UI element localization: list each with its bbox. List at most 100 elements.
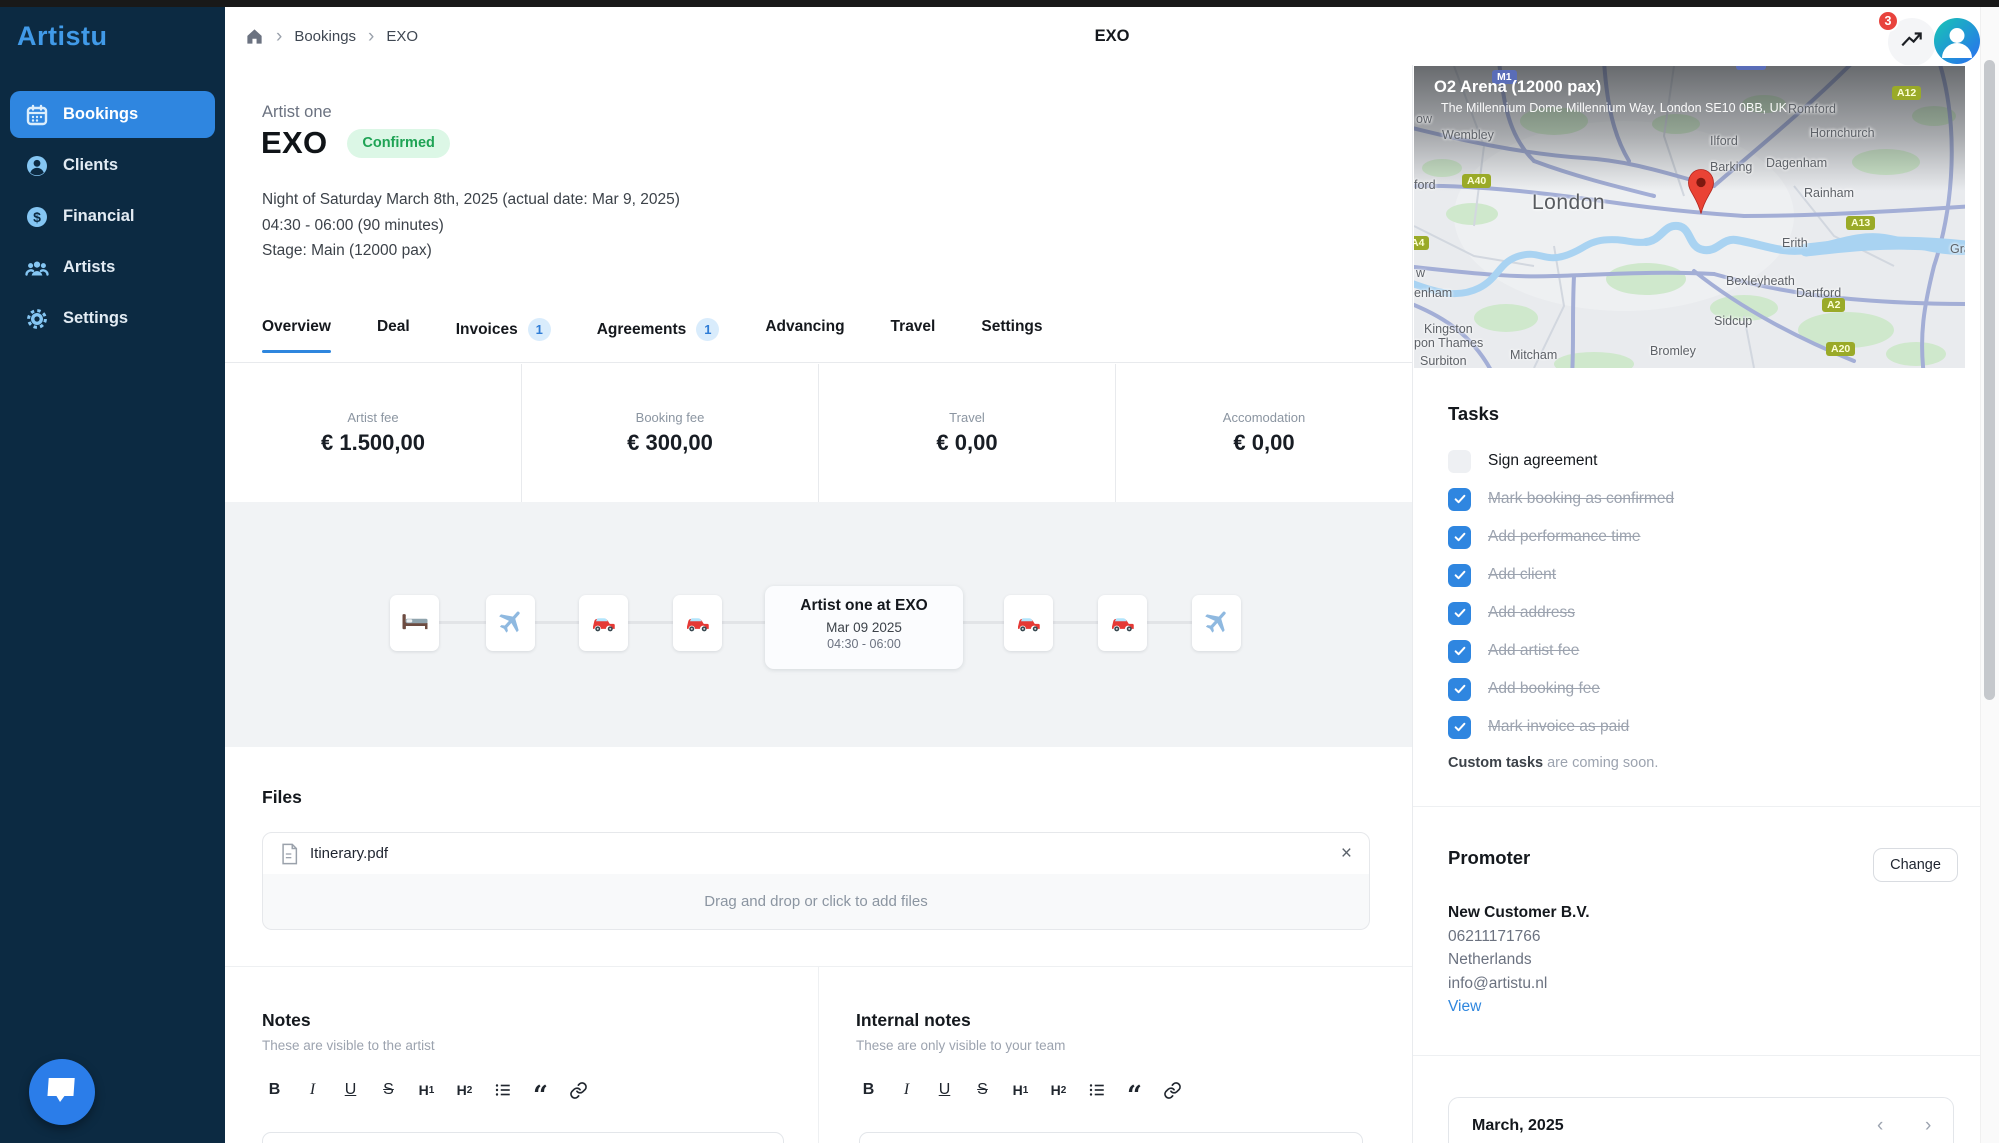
h1-button[interactable]: H1 — [1008, 1076, 1033, 1104]
breadcrumb-bookings[interactable]: Bookings — [294, 28, 356, 45]
sidebar-item-financial[interactable]: $ Financial — [10, 193, 215, 240]
checkbox-checked[interactable] — [1448, 564, 1471, 587]
file-row[interactable]: Itinerary.pdf × — [262, 832, 1370, 875]
map-label: Erith — [1782, 236, 1808, 250]
app-screen: Artistu Bookings Clients $ Financial — [0, 0, 1999, 1143]
timeline-item-hotel[interactable] — [390, 595, 439, 651]
tab-invoices[interactable]: Invoices1 — [456, 313, 551, 357]
sidebar-item-clients[interactable]: Clients — [10, 142, 215, 189]
car-icon — [683, 606, 713, 641]
bold-button[interactable]: B — [262, 1076, 287, 1104]
internal-notes-heading: Internal notes — [856, 1010, 971, 1031]
map-label: Barking — [1710, 160, 1752, 174]
timeline-item-drive[interactable] — [1004, 595, 1053, 651]
timeline-item-drive[interactable] — [1098, 595, 1147, 651]
checkbox-checked[interactable] — [1448, 526, 1471, 549]
italic-button[interactable]: I — [300, 1076, 325, 1104]
timeline-item-drive[interactable] — [579, 595, 628, 651]
task-sign-agreement[interactable]: Sign agreement — [1448, 449, 1674, 473]
task-mark-booking-confirmed[interactable]: Mark booking as confirmed — [1448, 487, 1674, 511]
link-icon[interactable] — [1160, 1076, 1185, 1104]
strikethrough-button[interactable]: S — [970, 1076, 995, 1104]
notes-textarea[interactable] — [262, 1132, 784, 1143]
map-label: Bexleyheath — [1726, 274, 1795, 288]
road-badge: A2 — [1822, 298, 1845, 312]
checkbox-checked[interactable] — [1448, 716, 1471, 739]
h2-button[interactable]: H2 — [1046, 1076, 1071, 1104]
underline-button[interactable]: U — [338, 1076, 363, 1104]
tab-overview[interactable]: Overview — [262, 313, 331, 352]
map-label: Romford — [1788, 102, 1836, 116]
underline-button[interactable]: U — [932, 1076, 957, 1104]
list-icon[interactable] — [1084, 1076, 1109, 1104]
sidebar-item-settings[interactable]: Settings — [10, 295, 215, 342]
promoter-phone: 06211171766 — [1448, 925, 1590, 949]
road-badge: A40 — [1462, 174, 1491, 188]
app-logo[interactable]: Artistu — [17, 21, 108, 52]
avatar[interactable] — [1934, 18, 1980, 64]
booking-details: Night of Saturday March 8th, 2025 (actua… — [262, 187, 680, 264]
road-badge: A12 — [1892, 86, 1921, 100]
remove-file-icon[interactable]: × — [1341, 844, 1352, 863]
h2-button[interactable]: H2 — [452, 1076, 477, 1104]
home-icon[interactable] — [245, 27, 264, 46]
tab-advancing[interactable]: Advancing — [765, 313, 844, 352]
sidebar-item-bookings[interactable]: Bookings — [10, 91, 215, 138]
stat-travel: Travel € 0,00 — [819, 364, 1116, 502]
checkbox-checked[interactable] — [1448, 488, 1471, 511]
tab-deal[interactable]: Deal — [377, 313, 410, 352]
strikethrough-button[interactable]: S — [376, 1076, 401, 1104]
venue-map[interactable]: ow Wembley ford London Ilford Romford Ho… — [1414, 66, 1965, 368]
task-add-artist-fee[interactable]: Add artist fee — [1448, 639, 1674, 663]
trending-up-icon — [1899, 27, 1925, 58]
task-add-client[interactable]: Add client — [1448, 563, 1674, 587]
link-icon[interactable] — [566, 1076, 591, 1104]
file-dropzone[interactable]: Drag and drop or click to add files — [262, 874, 1370, 930]
list-icon[interactable] — [490, 1076, 515, 1104]
italic-button[interactable]: I — [894, 1076, 919, 1104]
breadcrumb: › Bookings › EXO — [245, 7, 418, 65]
tab-settings[interactable]: Settings — [981, 313, 1042, 352]
calendar-prev-icon[interactable]: ‹ — [1877, 1115, 1883, 1137]
bed-icon — [400, 606, 430, 641]
timeline-item-flight-return[interactable] — [1192, 595, 1241, 651]
timeline-event-card[interactable]: Artist one at EXO Mar 09 2025 04:30 - 06… — [765, 586, 963, 669]
panel-divider — [1413, 806, 1981, 807]
sidebar-item-artists[interactable]: Artists — [10, 244, 215, 291]
task-mark-invoice-paid[interactable]: Mark invoice as paid — [1448, 715, 1674, 739]
map-marker-icon[interactable] — [1686, 166, 1716, 223]
checkbox-checked[interactable] — [1448, 640, 1471, 663]
internal-notes-toolbar: B I U S H1 H2 “ — [856, 1070, 1185, 1110]
tab-agreements[interactable]: Agreements1 — [597, 313, 720, 357]
scrollbar-thumb[interactable] — [1984, 60, 1995, 700]
page-title: EXO — [1095, 7, 1130, 65]
sidebar-item-label: Financial — [63, 207, 135, 226]
timeline-item-drive[interactable] — [673, 595, 722, 651]
chat-button[interactable] — [29, 1059, 95, 1125]
promoter-view-link[interactable]: View — [1448, 995, 1590, 1019]
change-promoter-button[interactable]: Change — [1873, 848, 1958, 882]
breadcrumb-current[interactable]: EXO — [386, 28, 418, 45]
sidebar-item-label: Bookings — [63, 105, 138, 124]
checkbox-checked[interactable] — [1448, 678, 1471, 701]
main-content: Artist one EXO Confirmed Night of Saturd… — [225, 65, 1412, 1143]
calendar-next-icon[interactable]: › — [1925, 1115, 1931, 1137]
task-add-performance-time[interactable]: Add performance time — [1448, 525, 1674, 549]
blockquote-icon[interactable]: “ — [1122, 1070, 1147, 1110]
status-badge: Confirmed — [347, 129, 450, 158]
internal-notes-textarea[interactable] — [859, 1132, 1363, 1143]
task-add-address[interactable]: Add address — [1448, 601, 1674, 625]
panel-divider — [1413, 1055, 1981, 1056]
promoter-country: Netherlands — [1448, 948, 1590, 972]
tab-travel[interactable]: Travel — [891, 313, 936, 352]
file-name: Itinerary.pdf — [310, 845, 388, 862]
task-add-booking-fee[interactable]: Add booking fee — [1448, 677, 1674, 701]
window-top-edge — [0, 0, 1999, 7]
timeline-item-flight-out[interactable] — [486, 595, 535, 651]
checkbox-checked[interactable] — [1448, 602, 1471, 625]
promoter-name: New Customer B.V. — [1448, 901, 1590, 925]
checkbox-unchecked[interactable] — [1448, 450, 1471, 473]
bold-button[interactable]: B — [856, 1076, 881, 1104]
blockquote-icon[interactable]: “ — [528, 1070, 553, 1110]
h1-button[interactable]: H1 — [414, 1076, 439, 1104]
